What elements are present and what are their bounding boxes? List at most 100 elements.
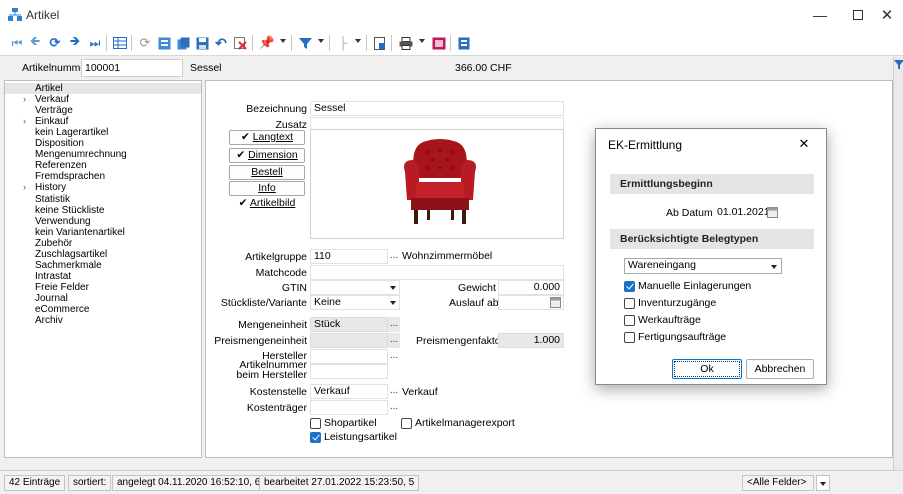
chevron-right-icon[interactable]: › bbox=[23, 116, 26, 127]
artikelgruppe-lookup-button[interactable]: ... bbox=[388, 249, 400, 264]
pin-dropdown-arrow[interactable] bbox=[280, 39, 286, 43]
filter-dropdown-arrow[interactable] bbox=[318, 39, 324, 43]
artikelbild-button[interactable]: ✔ Artikelbild bbox=[229, 197, 305, 212]
dimension-button[interactable]: ✔ Dimension bbox=[229, 148, 305, 163]
chevron-right-icon[interactable]: › bbox=[23, 182, 26, 193]
notes-button[interactable] bbox=[455, 34, 473, 52]
matchcode-field[interactable] bbox=[310, 265, 564, 280]
nav-item[interactable]: Zubehör bbox=[5, 238, 201, 249]
artikelnummer-field[interactable]: 100001 bbox=[81, 59, 183, 77]
nav-item[interactable]: keine Stückliste bbox=[5, 205, 201, 216]
preismengeneinheit-field[interactable] bbox=[310, 333, 388, 348]
nav-item[interactable]: Mengenumrechnung bbox=[5, 149, 201, 160]
dialog-close-button[interactable]: ✕ bbox=[792, 133, 816, 155]
nav-item[interactable]: › History bbox=[5, 182, 201, 193]
previous-record-button[interactable]: 🡸 bbox=[26, 33, 44, 52]
article-image-frame[interactable] bbox=[310, 129, 564, 239]
nav-item[interactable]: Intrastat bbox=[5, 271, 201, 282]
tree-button[interactable]: ├ bbox=[334, 34, 352, 52]
pin-button[interactable]: 📌 bbox=[258, 34, 276, 52]
mengeneinheit-lookup-button[interactable]: ... bbox=[388, 317, 400, 332]
delete-button[interactable] bbox=[231, 34, 249, 52]
gtin-dropdown-arrow[interactable] bbox=[387, 281, 399, 294]
nav-item[interactable]: Verträge bbox=[5, 105, 201, 116]
nav-item[interactable]: Freie Felder bbox=[5, 282, 201, 293]
table-view-button[interactable] bbox=[111, 34, 129, 52]
nav-item[interactable]: Referenzen bbox=[5, 160, 201, 171]
report-button[interactable] bbox=[430, 34, 448, 52]
gewicht-field[interactable]: 0.000 bbox=[498, 280, 564, 295]
nav-item[interactable]: Artikel bbox=[5, 83, 201, 94]
preismengenfaktor-field[interactable]: 1.000 bbox=[498, 333, 564, 348]
belegtyp-option-checkbox[interactable] bbox=[624, 298, 635, 309]
nav-item[interactable]: Sachmerkmale bbox=[5, 260, 201, 271]
calendar-icon[interactable] bbox=[767, 207, 778, 218]
print-dropdown-arrow[interactable] bbox=[419, 39, 425, 43]
leistungsartikel-checkbox[interactable] bbox=[310, 432, 321, 443]
field-filter-select[interactable]: <Alle Felder> bbox=[742, 475, 814, 491]
undo-button[interactable]: ↶ bbox=[212, 34, 230, 52]
kostenstelle-description: Verkauf bbox=[402, 386, 438, 398]
nav-item-label: Artikel bbox=[35, 83, 63, 94]
copy-record-button[interactable] bbox=[174, 34, 192, 52]
nav-item[interactable]: kein Lagerartikel bbox=[5, 127, 201, 138]
mengeneinheit-field[interactable]: Stück bbox=[310, 317, 388, 332]
belegtyp-select[interactable]: Wareneingang bbox=[624, 258, 782, 274]
info-button[interactable]: Info bbox=[229, 181, 305, 196]
nav-item[interactable]: Fremdsprachen bbox=[5, 171, 201, 182]
field-filter-dropdown-button[interactable] bbox=[816, 475, 830, 491]
nav-item[interactable]: Archiv bbox=[5, 315, 201, 326]
tree-dropdown-arrow[interactable] bbox=[355, 39, 361, 43]
nav-item[interactable]: Verwendung bbox=[5, 216, 201, 227]
kostenstelle-field[interactable]: Verkauf bbox=[310, 384, 388, 399]
reload-button[interactable]: ⟳ bbox=[136, 34, 154, 52]
nav-item[interactable]: › Verkauf bbox=[5, 94, 201, 105]
chevron-right-icon[interactable]: › bbox=[23, 94, 26, 105]
first-record-button[interactable]: ⏮ bbox=[8, 34, 26, 52]
abbrechen-button[interactable]: Abbrechen bbox=[746, 359, 814, 379]
hersteller-field[interactable] bbox=[310, 349, 388, 364]
save-button[interactable] bbox=[193, 34, 211, 52]
last-record-button[interactable]: ⏭ bbox=[86, 34, 104, 52]
belegtyp-dropdown-arrow[interactable] bbox=[768, 260, 780, 273]
bestell-button[interactable]: Bestell bbox=[229, 165, 305, 180]
preismengeneinheit-lookup-button[interactable]: ... bbox=[388, 333, 400, 348]
bezeichnung-field[interactable]: Sessel bbox=[310, 101, 564, 116]
window-title: Artikel bbox=[26, 8, 60, 22]
side-panel-strip[interactable] bbox=[893, 57, 903, 470]
langtext-button[interactable]: ✔ Langtext bbox=[229, 130, 305, 145]
hersteller-lookup-button[interactable]: ... bbox=[388, 349, 400, 364]
record-count: 42 Einträge bbox=[4, 475, 66, 491]
nav-item[interactable]: Zuschlagsartikel bbox=[5, 249, 201, 260]
filter-button[interactable] bbox=[296, 34, 314, 52]
kostenstelle-lookup-button[interactable]: ... bbox=[388, 384, 400, 399]
artikelmanagerexport-checkbox[interactable] bbox=[401, 418, 412, 429]
next-record-button[interactable]: 🡺 bbox=[66, 33, 84, 52]
belegtyp-option-checkbox[interactable] bbox=[624, 281, 635, 292]
app-icon bbox=[8, 8, 22, 21]
artikelgruppe-field[interactable]: 110 bbox=[310, 249, 388, 264]
belegtyp-option-checkbox[interactable] bbox=[624, 332, 635, 343]
dialog-title: EK-Ermittlung bbox=[608, 138, 683, 152]
close-button[interactable]: ✕ bbox=[871, 0, 903, 30]
calendar-icon[interactable] bbox=[550, 297, 561, 308]
new-record-button[interactable] bbox=[155, 34, 173, 52]
nav-item[interactable]: eCommerce bbox=[5, 304, 201, 315]
nav-item[interactable]: kein Variantenartikel bbox=[5, 227, 201, 238]
kostentraeger-field[interactable] bbox=[310, 400, 388, 415]
print-button[interactable] bbox=[397, 34, 415, 52]
nav-item[interactable]: Statistik bbox=[5, 194, 201, 205]
belegtypen-section: Berücksichtigte Belegtypen bbox=[610, 229, 814, 249]
nav-item[interactable]: Journal bbox=[5, 293, 201, 304]
belegtyp-option-checkbox[interactable] bbox=[624, 315, 635, 326]
refresh-record-button[interactable]: ⟳ bbox=[46, 34, 64, 52]
kostentraeger-lookup-button[interactable]: ... bbox=[388, 400, 400, 415]
artikelmanagerexport-label: Artikelmanagerexport bbox=[415, 417, 515, 429]
nav-item[interactable]: Disposition bbox=[5, 138, 201, 149]
stueckliste-dropdown-arrow[interactable] bbox=[387, 296, 399, 309]
ok-button[interactable]: Ok bbox=[672, 359, 742, 379]
nav-item[interactable]: › Einkauf bbox=[5, 116, 201, 127]
document-button[interactable] bbox=[371, 34, 389, 52]
shopartikel-checkbox[interactable] bbox=[310, 418, 321, 429]
artikelnummer-hersteller-field[interactable] bbox=[310, 364, 388, 379]
